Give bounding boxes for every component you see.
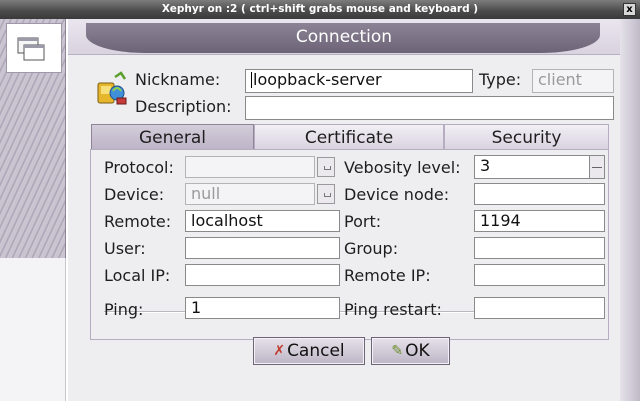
type-label: Type: <box>479 70 522 89</box>
nickname-input[interactable]: loopback-server <box>245 69 473 93</box>
xephyr-title-text: Xephyr on :2 ( ctrl+shift grabs mouse an… <box>161 3 479 15</box>
device-select[interactable]: null <box>185 183 315 205</box>
close-icon: x <box>626 4 633 15</box>
description-input[interactable] <box>245 96 614 120</box>
desktop-right-edge <box>618 19 640 401</box>
description-label: Description: <box>135 97 232 116</box>
protocol-label: Protocol: <box>104 158 174 177</box>
dialog-title-bar[interactable]: Connection <box>68 19 620 55</box>
ping-restart-label: Ping restart: <box>344 300 442 319</box>
local-ip-label: Local IP: <box>104 266 171 285</box>
verbosity-spinbox[interactable]: 3 <box>474 155 590 179</box>
group-input[interactable] <box>474 237 605 259</box>
cancel-x-icon: ✗ <box>273 343 286 359</box>
remote-ip-label: Remote IP: <box>344 266 431 285</box>
device-dropdown-arrow-icon[interactable] <box>317 184 335 204</box>
dialog-title: Connection <box>295 27 393 47</box>
tab-security[interactable]: Security <box>444 124 609 150</box>
connection-icon <box>97 71 127 105</box>
xephyr-close-button[interactable]: x <box>623 3 636 16</box>
verbosity-spin-button[interactable] <box>589 155 605 179</box>
device-node-input[interactable] <box>474 183 605 205</box>
verbosity-label: Vebosity level: <box>344 158 461 177</box>
port-input[interactable]: 1194 <box>474 210 605 232</box>
type-field: client <box>532 69 614 93</box>
device-label: Device: <box>104 185 165 204</box>
text-caret <box>251 72 252 88</box>
connection-dialog: Connection Nickname: loopback-server Typ… <box>68 19 620 401</box>
ok-button[interactable]: ✎ OK <box>371 337 450 365</box>
ping-restart-input[interactable] <box>474 297 605 319</box>
remote-ip-input[interactable] <box>474 264 605 286</box>
tab-certificate[interactable]: Certificate <box>254 124 444 150</box>
ping-label: Ping: <box>104 300 144 319</box>
windows-icon[interactable] <box>16 36 48 68</box>
device-node-label: Device node: <box>344 185 450 204</box>
xephyr-title-bar: Xephyr on :2 ( ctrl+shift grabs mouse an… <box>0 0 640 19</box>
remote-input[interactable]: localhost <box>185 210 340 232</box>
protocol-select[interactable] <box>185 156 315 178</box>
desktop-lower-area <box>0 258 66 401</box>
user-label: User: <box>104 239 146 258</box>
nickname-label: Nickname: <box>135 70 221 89</box>
cancel-button[interactable]: ✗ Cancel <box>253 337 365 365</box>
group-label: Group: <box>344 239 399 258</box>
remote-label: Remote: <box>104 212 172 231</box>
tab-general[interactable]: General <box>91 124 254 150</box>
ok-button-label: OK <box>405 341 430 361</box>
ok-check-icon: ✎ <box>391 343 404 359</box>
user-input[interactable] <box>185 237 340 259</box>
cancel-button-label: Cancel <box>287 341 345 361</box>
ping-input[interactable]: 1 <box>185 297 340 319</box>
local-ip-input[interactable] <box>185 264 340 286</box>
port-label: Port: <box>344 212 382 231</box>
nickname-value: loopback-server <box>253 70 382 89</box>
protocol-dropdown-arrow-icon[interactable] <box>317 157 335 177</box>
